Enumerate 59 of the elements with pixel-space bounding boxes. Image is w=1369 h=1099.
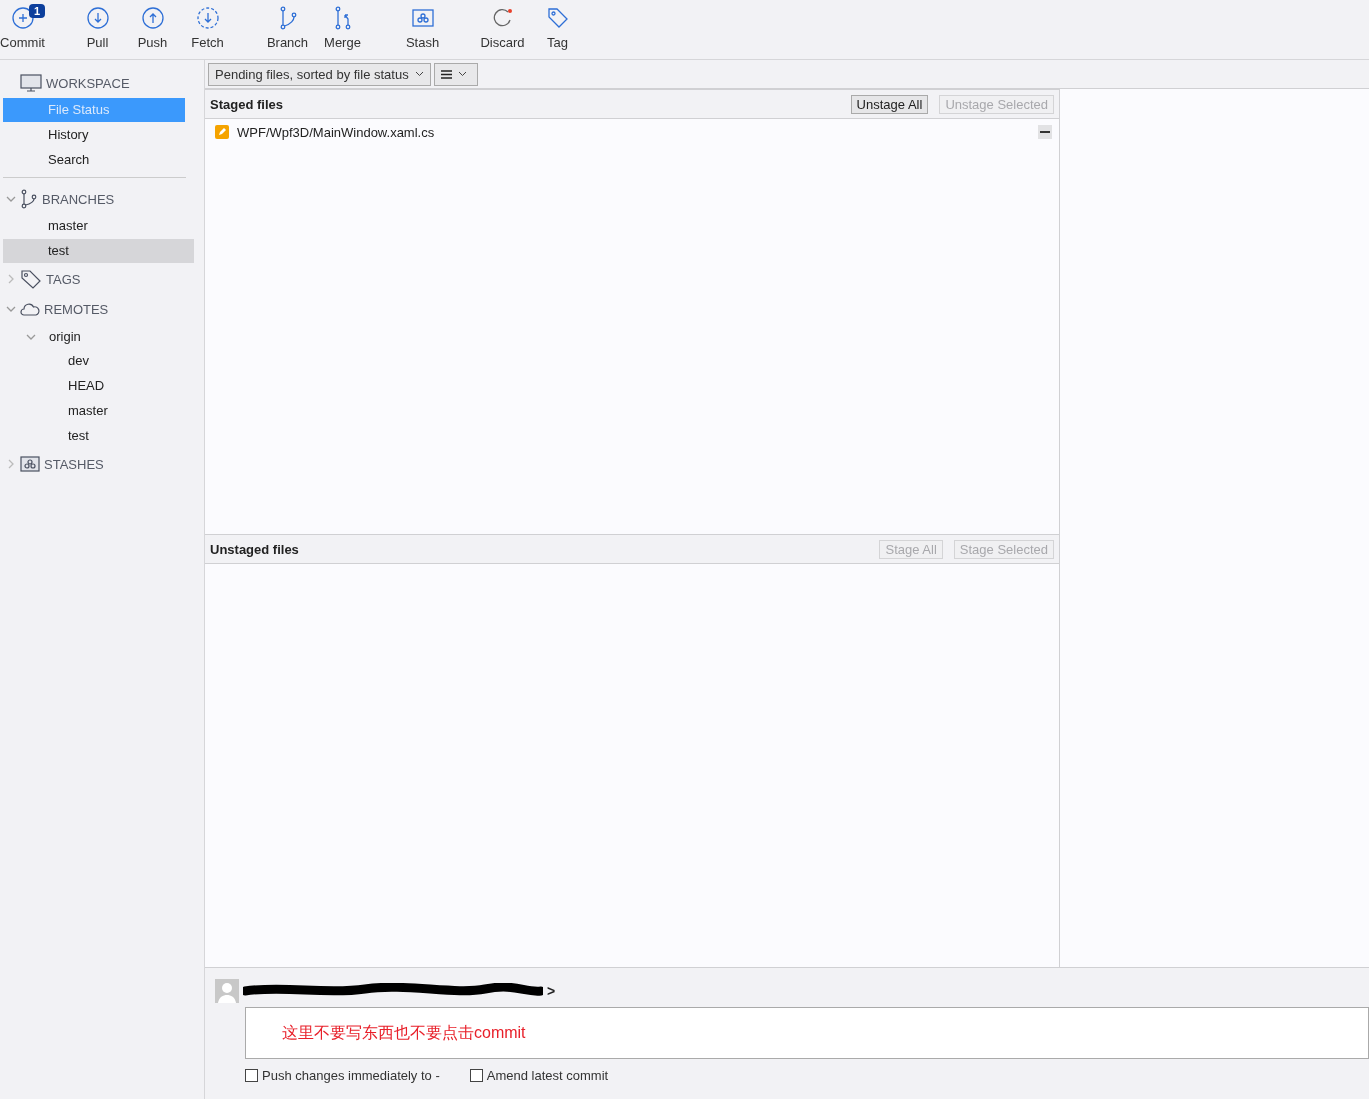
monitor-icon — [20, 74, 42, 92]
discard-button[interactable]: Discard — [475, 0, 530, 59]
commit-button[interactable]: Commit 1 — [0, 0, 45, 59]
nav-item[interactable]: Search — [3, 148, 194, 172]
branch-item[interactable]: master — [3, 214, 194, 238]
author-text: > — [547, 983, 556, 999]
minus-icon — [1040, 131, 1050, 133]
tag-icon — [545, 6, 570, 30]
chevron-right-icon[interactable] — [6, 459, 16, 469]
remote-branch-item[interactable]: master — [3, 399, 194, 423]
tag-button[interactable]: Tag — [530, 0, 585, 59]
push-button[interactable]: Push — [125, 0, 180, 59]
sort-dropdown[interactable]: Pending files, sorted by file status — [208, 62, 431, 86]
file-path: WPF/Wpf3D/MainWindow.xaml.cs — [237, 124, 436, 140]
avatar-icon — [215, 979, 239, 1003]
fetch-button[interactable]: Fetch — [180, 0, 235, 59]
unstage-file-button[interactable] — [1038, 125, 1052, 139]
option-checkbox[interactable]: Push changes immediately to - — [245, 1068, 440, 1083]
branch-button[interactable]: Branch — [260, 0, 315, 59]
chevron-down-icon[interactable] — [6, 194, 16, 204]
option-checkbox[interactable]: Amend latest commit — [469, 1068, 609, 1083]
panel-title: Unstaged files — [210, 541, 299, 557]
checkbox[interactable] — [245, 1069, 258, 1082]
download-icon — [195, 6, 220, 30]
remote-branch-item[interactable]: dev — [3, 349, 194, 373]
pull-button[interactable]: Pull — [70, 0, 125, 59]
remote-branch-item[interactable]: HEAD — [3, 374, 194, 398]
panel-title: Staged files — [210, 96, 283, 112]
branch-item[interactable]: test — [3, 239, 194, 263]
file-row[interactable]: WPF/Wpf3D/MainWindow.xaml.cs — [205, 119, 1059, 145]
chevron-down-icon[interactable] — [6, 304, 16, 314]
branch-icon — [20, 189, 38, 209]
section-heading: BRANCHES — [42, 191, 115, 207]
cloud-icon — [20, 302, 40, 316]
count-badge: 1 — [29, 4, 46, 18]
chevron-right-icon[interactable] — [6, 274, 16, 284]
stash-icon — [410, 6, 435, 30]
panel-button[interactable]: Unstage All — [850, 94, 929, 114]
section-heading: STASHES — [44, 456, 104, 472]
caret-icon — [414, 71, 424, 77]
checkbox[interactable] — [469, 1069, 483, 1082]
nav-item[interactable]: History — [3, 123, 194, 147]
stash-button[interactable]: Stash — [395, 0, 450, 59]
section-heading: TAGS — [46, 271, 81, 287]
stash-icon — [20, 456, 40, 472]
remote-item[interactable]: origin — [49, 329, 81, 344]
plus-icon — [10, 6, 35, 30]
arrow-up-icon — [140, 6, 165, 30]
section-heading: WORKSPACE — [46, 75, 130, 91]
view-mode-dropdown[interactable] — [433, 62, 478, 86]
remote-branch-item[interactable]: test — [3, 424, 194, 448]
merge-button[interactable]: Merge — [315, 0, 370, 59]
pencil-icon — [215, 125, 229, 139]
arrow-down-icon — [85, 6, 110, 30]
list-icon — [440, 69, 452, 79]
caret-icon — [457, 71, 467, 77]
tag-icon — [20, 269, 42, 289]
commit-message-field[interactable]: 这里不要写东西也不要点击commit — [245, 1007, 1369, 1059]
section-heading: REMOTES — [44, 301, 109, 317]
